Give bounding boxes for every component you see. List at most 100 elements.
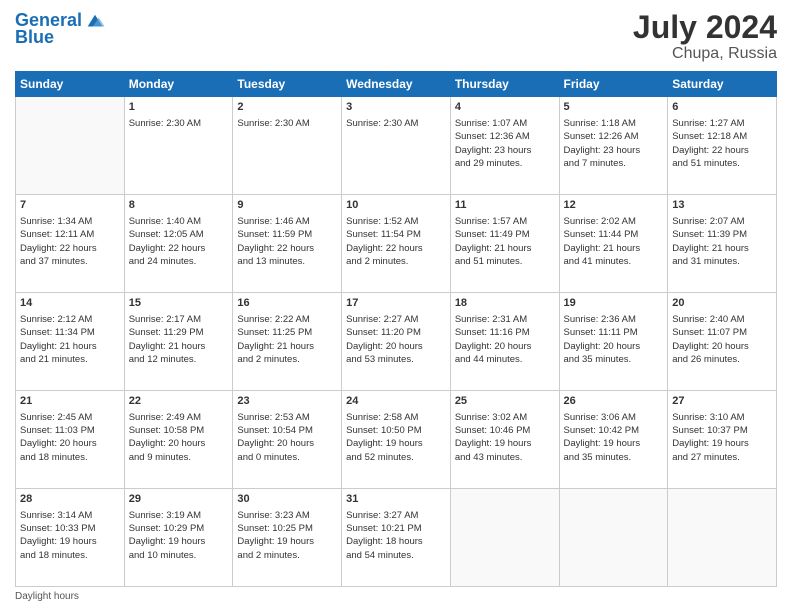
- day-number: 19: [564, 296, 664, 311]
- col-wednesday: Wednesday: [342, 72, 451, 97]
- table-row: 29Sunrise: 3:19 AM Sunset: 10:29 PM Dayl…: [124, 489, 233, 587]
- table-row: 9 Sunrise: 1:46 AM Sunset: 11:59 PM Dayli…: [233, 195, 342, 293]
- day-number: 18: [455, 296, 555, 311]
- page: General Blue July 2024 Chupa, Russia Sun…: [0, 0, 792, 612]
- day-number: 4: [455, 100, 555, 115]
- day-number: 28: [20, 492, 120, 507]
- calendar-week-row: 1Sunrise: 2:30 AM2Sunrise: 2:30 AM3Sunri…: [16, 97, 777, 195]
- day-number: 1: [129, 100, 229, 115]
- day-number: 16: [237, 296, 337, 311]
- table-row: 10 Sunrise: 1:52 AM Sunset: 11:54 PM Dayl…: [342, 195, 451, 293]
- day-info: Sunrise: 2:49 AM Sunset: 10:58 PM Daylig…: [129, 411, 229, 464]
- calendar-week-row: 21 Sunrise: 2:45 AM Sunset: 11:03 PM Dayl…: [16, 391, 777, 489]
- table-row: 20 Sunrise: 2:40 AM Sunset: 11:07 PM Dayl…: [668, 293, 777, 391]
- table-row: 2Sunrise: 2:30 AM: [233, 97, 342, 195]
- day-number: 20: [672, 296, 772, 311]
- day-info: Sunrise: 2:45 AM Sunset: 11:03 PM Daylig…: [20, 411, 120, 464]
- day-number: 24: [346, 394, 446, 409]
- day-info: Sunrise: 2:22 AM Sunset: 11:25 PM Daylig…: [237, 313, 337, 366]
- table-row: [559, 489, 668, 587]
- day-info: Sunrise: 3:10 AM Sunset: 10:37 PM Daylig…: [672, 411, 772, 464]
- day-number: 27: [672, 394, 772, 409]
- day-info: Sunrise: 1:07 AM Sunset: 12:36 AM Daylig…: [455, 117, 555, 170]
- table-row: 6Sunrise: 1:27 AM Sunset: 12:18 AM Dayli…: [668, 97, 777, 195]
- daylight-label: Daylight hours: [15, 591, 79, 602]
- day-number: 12: [564, 198, 664, 213]
- day-number: 2: [237, 100, 337, 115]
- day-number: 11: [455, 198, 555, 213]
- table-row: 14Sunrise: 2:12 AM Sunset: 11:34 PM Dayl…: [16, 293, 125, 391]
- col-saturday: Saturday: [668, 72, 777, 97]
- subtitle: Chupa, Russia: [633, 45, 777, 63]
- day-number: 21: [20, 394, 120, 409]
- day-number: 14: [20, 296, 120, 311]
- calendar-table: Sunday Monday Tuesday Wednesday Thursday…: [15, 71, 777, 587]
- table-row: 12 Sunrise: 2:02 AM Sunset: 11:44 PM Dayl…: [559, 195, 668, 293]
- table-row: 27 Sunrise: 3:10 AM Sunset: 10:37 PM Dayl…: [668, 391, 777, 489]
- day-info: Sunrise: 1:40 AM Sunset: 12:05 AM Daylig…: [129, 215, 229, 268]
- table-row: 5Sunrise: 1:18 AM Sunset: 12:26 AM Dayli…: [559, 97, 668, 195]
- col-tuesday: Tuesday: [233, 72, 342, 97]
- table-row: 3 Sunrise: 2:30 AM: [342, 97, 451, 195]
- col-friday: Friday: [559, 72, 668, 97]
- table-row: 22 Sunrise: 2:49 AM Sunset: 10:58 PM Dayl…: [124, 391, 233, 489]
- day-number: 9: [237, 198, 337, 213]
- day-info: Sunrise: 3:14 AM Sunset: 10:33 PM Daylig…: [20, 509, 120, 562]
- day-info: Sunrise: 2:30 AM: [129, 117, 229, 130]
- day-number: 8: [129, 198, 229, 213]
- day-number: 10: [346, 198, 446, 213]
- day-number: 23: [237, 394, 337, 409]
- table-row: 18Sunrise: 2:31 AM Sunset: 11:16 PM Dayl…: [450, 293, 559, 391]
- title-block: July 2024 Chupa, Russia: [633, 10, 777, 63]
- table-row: 24Sunrise: 2:58 AM Sunset: 10:50 PM Dayl…: [342, 391, 451, 489]
- day-number: 5: [564, 100, 664, 115]
- col-thursday: Thursday: [450, 72, 559, 97]
- day-info: Sunrise: 3:27 AM Sunset: 10:21 PM Daylig…: [346, 509, 446, 562]
- table-row: 13 Sunrise: 2:07 AM Sunset: 11:39 PM Dayl…: [668, 195, 777, 293]
- table-row: 26Sunrise: 3:06 AM Sunset: 10:42 PM Dayl…: [559, 391, 668, 489]
- day-info: Sunrise: 1:52 AM Sunset: 11:54 PM Daylig…: [346, 215, 446, 268]
- table-row: 15Sunrise: 2:17 AM Sunset: 11:29 PM Dayl…: [124, 293, 233, 391]
- calendar-week-row: 28 Sunrise: 3:14 AM Sunset: 10:33 PM Dayl…: [16, 489, 777, 587]
- table-row: [16, 97, 125, 195]
- table-row: 30 Sunrise: 3:23 AM Sunset: 10:25 PM Dayl…: [233, 489, 342, 587]
- table-row: 7 Sunrise: 1:34 AM Sunset: 12:11 AM Dayli…: [16, 195, 125, 293]
- day-info: Sunrise: 2:27 AM Sunset: 11:20 PM Daylig…: [346, 313, 446, 366]
- calendar-header-row: Sunday Monday Tuesday Wednesday Thursday…: [16, 72, 777, 97]
- calendar-week-row: 7 Sunrise: 1:34 AM Sunset: 12:11 AM Dayli…: [16, 195, 777, 293]
- day-info: Sunrise: 3:23 AM Sunset: 10:25 PM Daylig…: [237, 509, 337, 562]
- day-info: Sunrise: 2:40 AM Sunset: 11:07 PM Daylig…: [672, 313, 772, 366]
- day-info: Sunrise: 2:30 AM: [346, 117, 446, 130]
- day-info: Sunrise: 2:36 AM Sunset: 11:11 PM Daylig…: [564, 313, 664, 366]
- col-sunday: Sunday: [16, 72, 125, 97]
- table-row: 1 Sunrise: 2:30 AM: [124, 97, 233, 195]
- table-row: 23 Sunrise: 2:53 AM Sunset: 10:54 PM Dayl…: [233, 391, 342, 489]
- logo: General Blue: [15, 10, 106, 48]
- table-row: 28 Sunrise: 3:14 AM Sunset: 10:33 PM Dayl…: [16, 489, 125, 587]
- day-number: 3: [346, 100, 446, 115]
- table-row: [450, 489, 559, 587]
- day-number: 13: [672, 198, 772, 213]
- day-info: Sunrise: 2:02 AM Sunset: 11:44 PM Daylig…: [564, 215, 664, 268]
- day-info: Sunrise: 1:57 AM Sunset: 11:49 PM Daylig…: [455, 215, 555, 268]
- day-info: Sunrise: 3:19 AM Sunset: 10:29 PM Daylig…: [129, 509, 229, 562]
- header: General Blue July 2024 Chupa, Russia: [15, 10, 777, 63]
- day-number: 26: [564, 394, 664, 409]
- table-row: 17Sunrise: 2:27 AM Sunset: 11:20 PM Dayl…: [342, 293, 451, 391]
- day-number: 30: [237, 492, 337, 507]
- day-info: Sunrise: 1:46 AM Sunset: 11:59 PM Daylig…: [237, 215, 337, 268]
- table-row: 11 Sunrise: 1:57 AM Sunset: 11:49 PM Dayl…: [450, 195, 559, 293]
- day-number: 31: [346, 492, 446, 507]
- table-row: 19 Sunrise: 2:36 AM Sunset: 11:11 PM Dayl…: [559, 293, 668, 391]
- day-info: Sunrise: 2:53 AM Sunset: 10:54 PM Daylig…: [237, 411, 337, 464]
- table-row: 25Sunrise: 3:02 AM Sunset: 10:46 PM Dayl…: [450, 391, 559, 489]
- day-number: 22: [129, 394, 229, 409]
- table-row: 31 Sunrise: 3:27 AM Sunset: 10:21 PM Dayl…: [342, 489, 451, 587]
- day-info: Sunrise: 1:27 AM Sunset: 12:18 AM Daylig…: [672, 117, 772, 170]
- table-row: 16 Sunrise: 2:22 AM Sunset: 11:25 PM Dayl…: [233, 293, 342, 391]
- day-info: Sunrise: 2:07 AM Sunset: 11:39 PM Daylig…: [672, 215, 772, 268]
- day-number: 15: [129, 296, 229, 311]
- day-info: Sunrise: 1:34 AM Sunset: 12:11 AM Daylig…: [20, 215, 120, 268]
- day-number: 7: [20, 198, 120, 213]
- table-row: 21 Sunrise: 2:45 AM Sunset: 11:03 PM Dayl…: [16, 391, 125, 489]
